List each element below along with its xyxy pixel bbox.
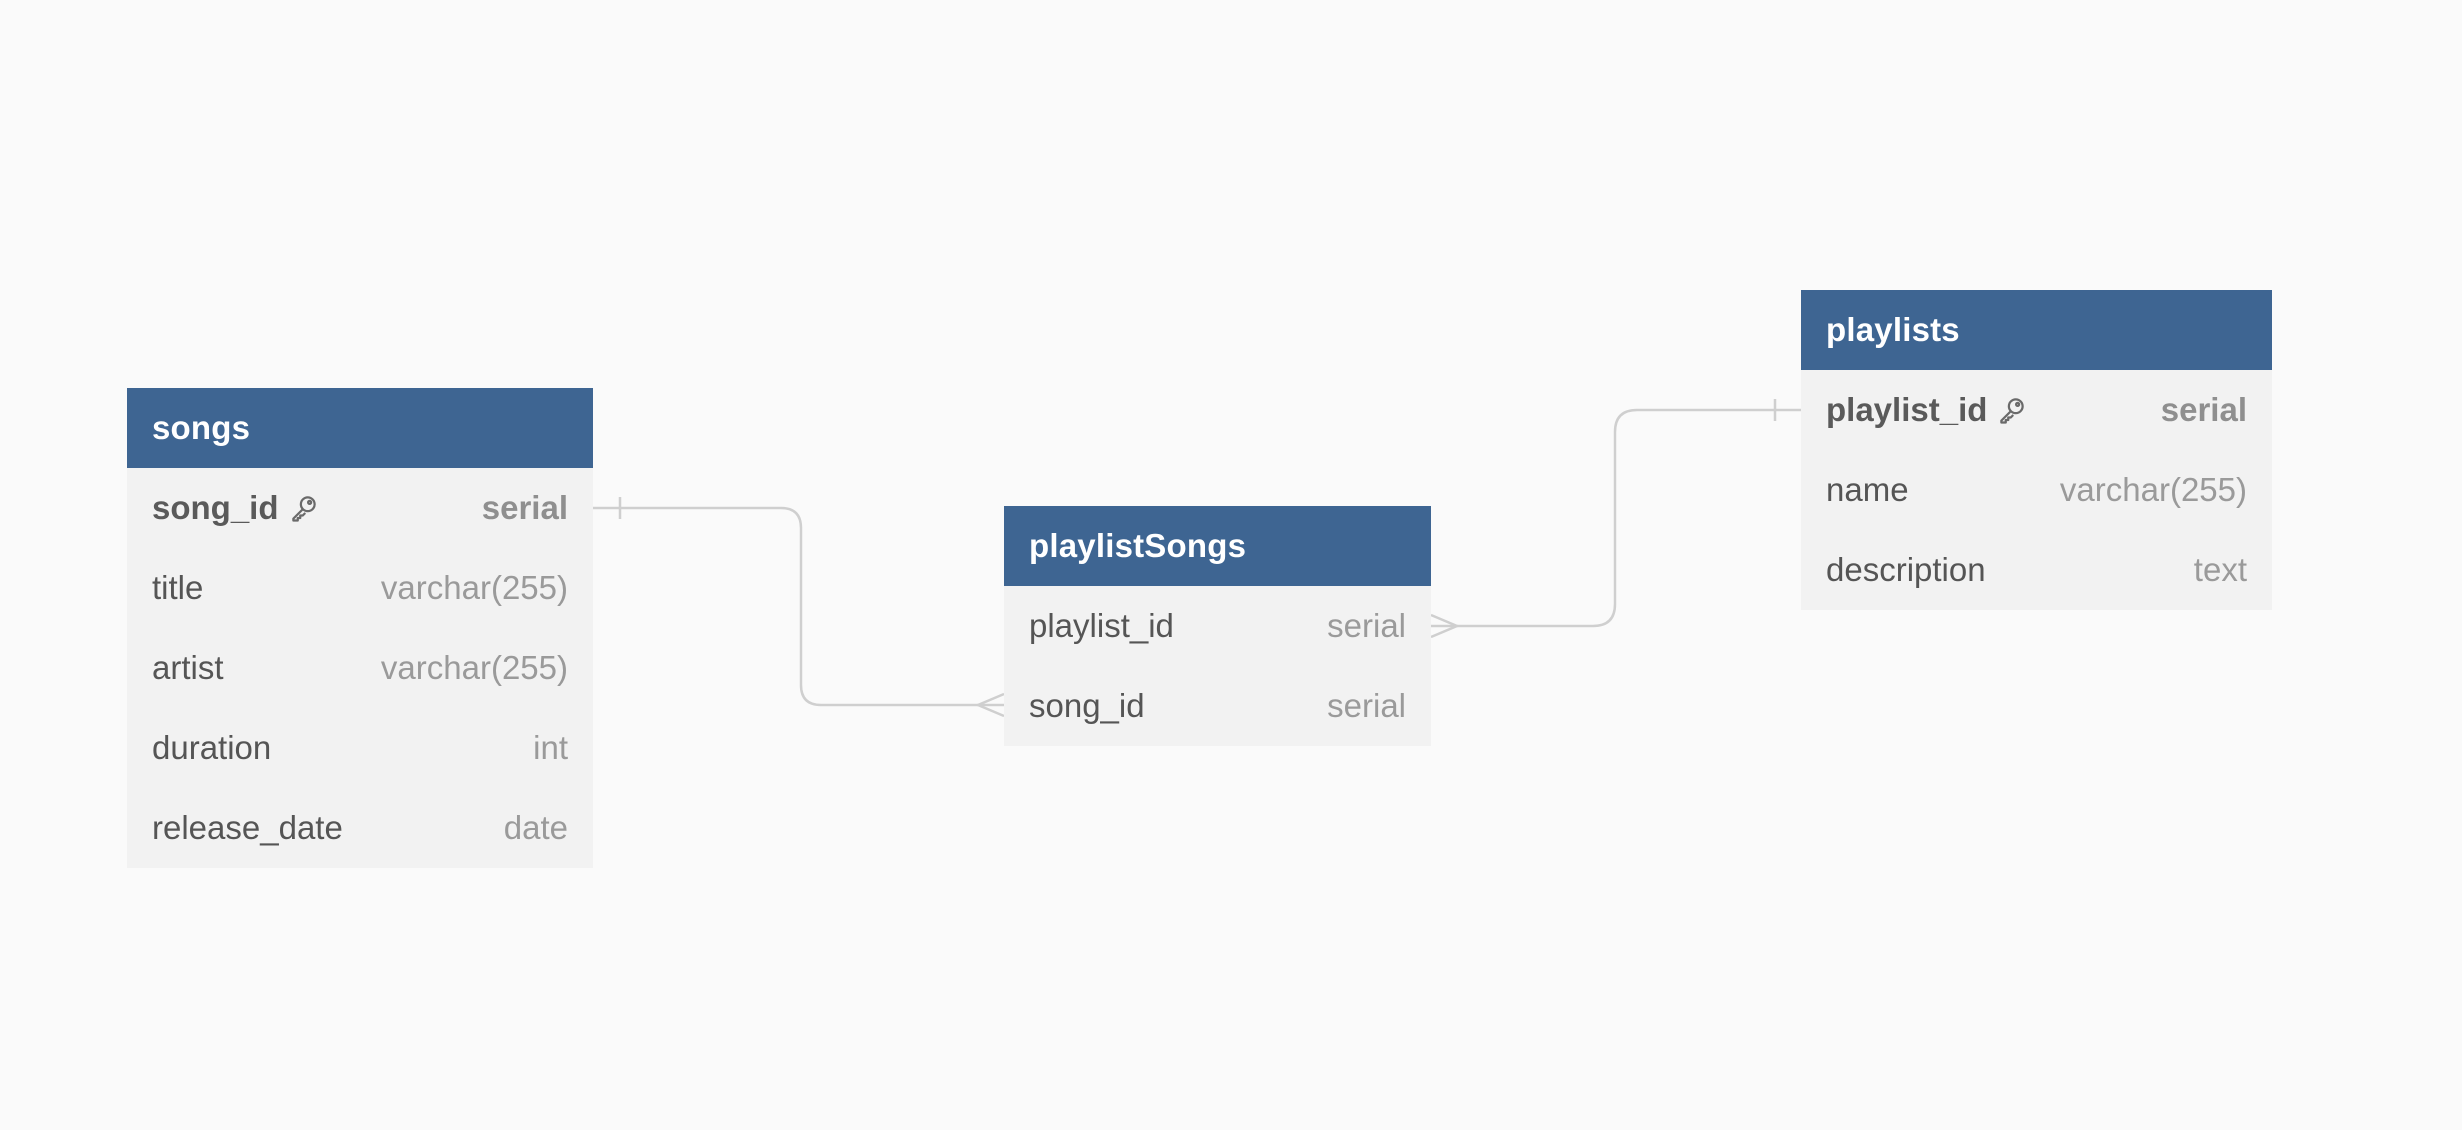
table-playlists[interactable]: playlists playlist_id serial name varcha… (1801, 290, 2272, 610)
field-row[interactable]: release_date date (127, 788, 593, 868)
field-row[interactable]: artist varchar(255) (127, 628, 593, 708)
connector-line-songs-playlistSongs (593, 506, 1004, 707)
field-name: playlist_id (1826, 391, 1988, 428)
key-icon (291, 496, 316, 522)
field-type: varchar(255) (380, 569, 568, 606)
table-name: playlists (1826, 311, 1960, 348)
many-cardinality-crowsfoot (1430, 613, 1461, 639)
field-row[interactable]: playlist_id serial (1004, 586, 1431, 666)
field-name: title (152, 569, 204, 606)
field-row[interactable]: song_id serial (1004, 666, 1431, 746)
field-type: text (2193, 551, 2247, 588)
field-row[interactable]: name varchar(255) (1801, 450, 2272, 530)
field-name: song_id (1029, 687, 1145, 724)
field-name: release_date (152, 809, 343, 846)
relationship-songs-playlistSongs (593, 497, 1005, 718)
field-row[interactable]: playlist_id serial (1801, 370, 2272, 450)
field-type: varchar(255) (380, 649, 568, 686)
field-type: int (533, 729, 568, 766)
table-header[interactable]: playlists (1801, 290, 2272, 370)
field-name: description (1826, 551, 1986, 588)
table-songs[interactable]: songs song_id serial title varchar(255) … (127, 388, 593, 868)
key-icon (2000, 398, 2025, 424)
field-name: name (1826, 471, 1909, 508)
field-name: playlist_id (1029, 607, 1174, 644)
field-type: date (503, 809, 568, 846)
field-type: varchar(255) (2059, 471, 2247, 508)
connector-line-playlists-playlistSongs (1431, 408, 1801, 628)
field-row[interactable]: duration int (127, 708, 593, 788)
table-header[interactable]: songs (127, 388, 593, 468)
field-row[interactable]: song_id serial (127, 468, 593, 548)
field-name: artist (152, 649, 224, 686)
field-row[interactable]: title varchar(255) (127, 548, 593, 628)
table-name: playlistSongs (1029, 527, 1247, 564)
field-row[interactable]: description text (1801, 530, 2272, 610)
field-type: serial (481, 489, 568, 526)
field-name: song_id (152, 489, 279, 526)
field-type: serial (1327, 607, 1406, 644)
table-name: songs (152, 409, 251, 446)
field-type: serial (2160, 391, 2247, 428)
table-playlistSongs[interactable]: playlistSongs playlist_id serial song_id… (1004, 506, 1431, 746)
relationship-playlists-playlistSongs (1430, 399, 1801, 639)
many-cardinality-crowsfoot (974, 692, 1005, 718)
table-header[interactable]: playlistSongs (1004, 506, 1431, 586)
field-name: duration (152, 729, 272, 766)
field-type: serial (1327, 687, 1406, 724)
